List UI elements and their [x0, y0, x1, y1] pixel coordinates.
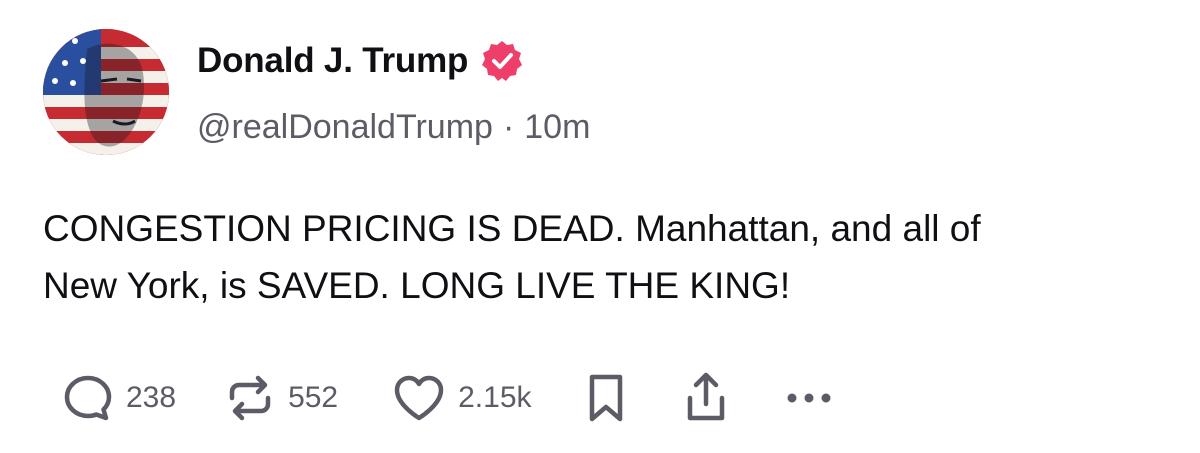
- author-name-row: Donald J. Trump: [197, 36, 590, 86]
- share-button[interactable]: [682, 370, 730, 426]
- avatar[interactable]: [43, 29, 169, 155]
- share-icon: [687, 372, 724, 421]
- repost-icon: [229, 375, 271, 421]
- bookmark-button[interactable]: [584, 371, 628, 425]
- bookmark-icon: [589, 374, 622, 422]
- verified-badge-icon: [480, 39, 524, 83]
- reply-count: 238: [126, 381, 177, 414]
- post-timestamp[interactable]: 10m: [524, 108, 590, 147]
- repost-count: 552: [288, 381, 339, 414]
- post-card: Donald J. Trump @realDonaldTrump · 10m C…: [0, 0, 1200, 453]
- flag-portrait-icon: [43, 29, 169, 155]
- repost-button[interactable]: 552: [224, 372, 338, 424]
- post-header: Donald J. Trump @realDonaldTrump · 10m: [197, 36, 590, 147]
- meta-separator: ·: [502, 108, 515, 146]
- like-button[interactable]: 2.15k: [392, 372, 532, 424]
- reply-button[interactable]: 238: [62, 372, 176, 424]
- more-options-button[interactable]: [784, 388, 834, 408]
- more-icon: [787, 393, 831, 403]
- post-actions: 238 552 2.15k: [62, 368, 834, 428]
- reply-icon: [64, 375, 112, 421]
- post-meta: @realDonaldTrump · 10m: [197, 108, 590, 147]
- author-display-name[interactable]: Donald J. Trump: [197, 41, 468, 81]
- post-body: CONGESTION PRICING IS DEAD. Manhattan, a…: [43, 208, 981, 306]
- like-count: 2.15k: [458, 381, 532, 414]
- author-handle[interactable]: @realDonaldTrump: [197, 108, 493, 147]
- heart-icon: [394, 375, 444, 421]
